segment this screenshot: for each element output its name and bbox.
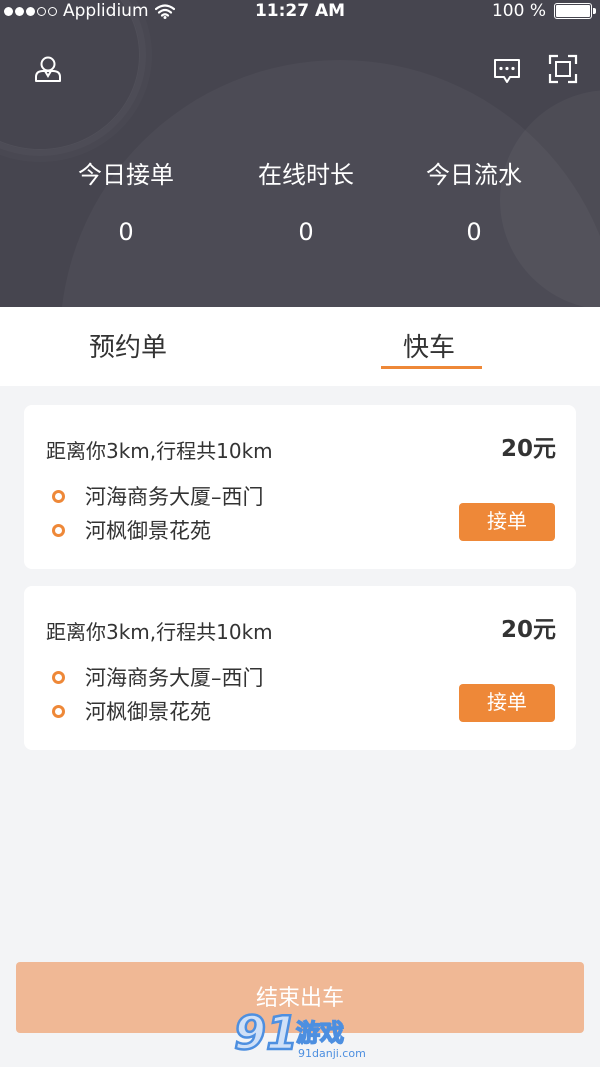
order-price: 20元 [500, 436, 556, 462]
svg-text:91danji.com: 91danji.com [298, 1047, 366, 1060]
location-dot-icon [52, 523, 65, 537]
stat-label: 今日接单 [78, 161, 174, 189]
pickup-location: 河海商务大厦–西门 [52, 481, 264, 511]
stat-orders-today: 今日接单 0 [36, 155, 216, 246]
dropoff-location: 河枫御景花苑 [52, 515, 211, 545]
pickup-location: 河海商务大厦–西门 [52, 662, 264, 692]
dropoff-location: 河枫御景花苑 [52, 696, 211, 726]
active-tab-indicator [381, 366, 482, 369]
pickup-text: 河海商务大厦–西门 [85, 666, 264, 690]
order-card: 距离你3km,行程共10km 20元 河海商务大厦–西门 河枫御景花苑 接单 [24, 586, 576, 750]
tab-reservation[interactable]: 预约单 [89, 327, 167, 364]
accept-order-button[interactable]: 接单 [459, 503, 555, 541]
order-price: 20元 [500, 617, 556, 643]
pickup-text: 河海商务大厦–西门 [85, 485, 264, 509]
location-dot-icon [52, 704, 65, 718]
dropoff-text: 河枫御景花苑 [85, 700, 211, 724]
stat-value: 0 [118, 218, 134, 246]
order-tabs: 预约单 快车 [0, 307, 600, 386]
stat-value: 0 [298, 218, 314, 246]
stat-value: 0 [466, 218, 482, 246]
stat-online-time: 在线时长 0 [216, 155, 396, 246]
order-distance: 距离你3km,行程共10km [46, 620, 273, 644]
battery-percent: 100 % [491, 1, 546, 21]
stat-label: 在线时长 [258, 161, 354, 189]
location-dot-icon [52, 489, 65, 503]
watermark-logo: 91 游戏 91danji.com [233, 1005, 366, 1061]
location-dot-icon [52, 670, 65, 684]
tab-express[interactable]: 快车 [403, 327, 455, 364]
message-icon[interactable] [492, 56, 522, 86]
accept-order-button[interactable]: 接单 [459, 684, 555, 722]
svg-text:游戏: 游戏 [296, 1019, 344, 1047]
svg-text:91: 91 [234, 1006, 298, 1060]
stat-label: 今日流水 [426, 161, 522, 189]
dropoff-text: 河枫御景花苑 [85, 519, 211, 543]
battery-icon [554, 3, 596, 19]
user-icon[interactable] [33, 54, 63, 84]
status-bar: Applidium 11:27 AM 100 % [0, 0, 600, 24]
scan-icon[interactable] [548, 54, 578, 84]
stat-revenue-today: 今日流水 0 [384, 155, 564, 246]
order-card: 距离你3km,行程共10km 20元 河海商务大厦–西门 河枫御景花苑 接单 [24, 405, 576, 569]
order-distance: 距离你3km,行程共10km [46, 439, 273, 463]
header: Applidium 11:27 AM 100 % 今日接单 0 在线时长 0 今… [0, 0, 600, 307]
